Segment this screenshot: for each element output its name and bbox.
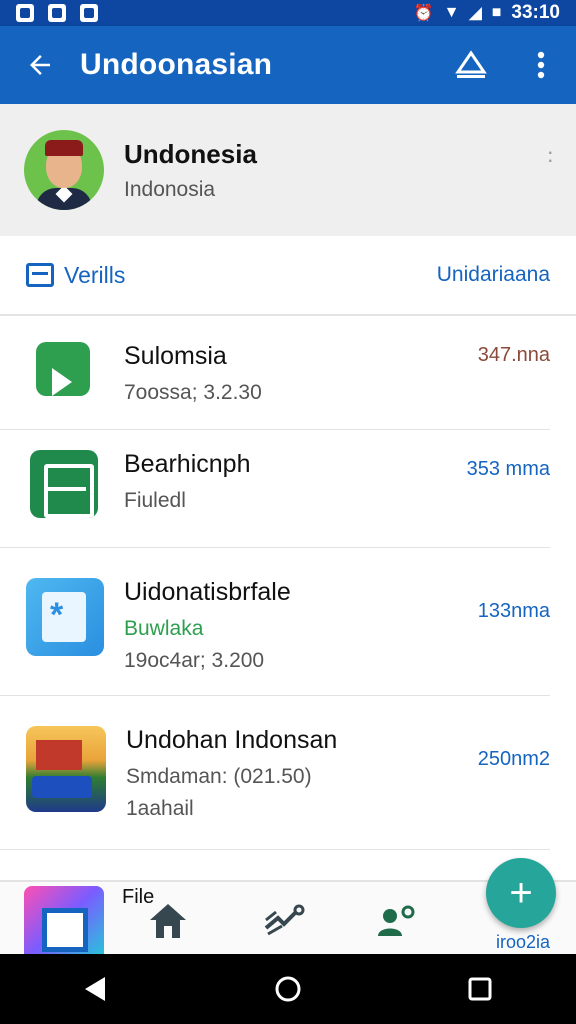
photo-thumbnail bbox=[26, 726, 106, 812]
page-title: Undoonasian bbox=[80, 48, 273, 81]
plus-icon: + bbox=[509, 870, 533, 915]
bag-notification-icon bbox=[80, 4, 98, 22]
item-detail: Fiuledl bbox=[124, 489, 186, 512]
profile-name: Undonesia bbox=[124, 138, 257, 169]
wifi-icon: ▼ bbox=[443, 4, 460, 21]
item-tag: Buwlaka bbox=[124, 617, 204, 640]
video-app-icon bbox=[36, 342, 90, 396]
document-app-icon bbox=[26, 578, 104, 656]
activity-icon[interactable] bbox=[262, 900, 306, 940]
file-list: Sulomsia 7oossa; 3.2.30 347.nna Bearhicn… bbox=[0, 316, 576, 850]
section-header: Verills Unidariaana bbox=[0, 236, 576, 316]
notification-icon bbox=[16, 4, 34, 22]
profile-card[interactable]: Undonesia Indonosia · · bbox=[0, 104, 576, 236]
battery-icon: ■ bbox=[491, 4, 502, 21]
section-action-link[interactable]: Unidariaana bbox=[437, 263, 550, 287]
app-bar: Undoonasian bbox=[0, 26, 576, 104]
alarm-icon: ⏰ bbox=[413, 5, 434, 22]
recents-square-icon[interactable] bbox=[467, 976, 493, 1002]
item-name: Uidonatisbrfale bbox=[124, 578, 291, 606]
item-size: 250nm2 bbox=[477, 748, 550, 770]
signal-icon: ◢ bbox=[469, 5, 482, 22]
add-fab-button[interactable]: + bbox=[486, 858, 556, 928]
profile-more-icon[interactable]: · · bbox=[547, 141, 554, 171]
item-name: Bearhicnph bbox=[124, 450, 251, 478]
item-detail: 7oossa; 3.2.30 bbox=[124, 381, 262, 404]
avatar bbox=[24, 130, 104, 210]
status-bar: ⏰ ▼ ◢ ■ 33:10 bbox=[0, 0, 576, 26]
back-triangle-icon[interactable] bbox=[83, 975, 109, 1003]
arrow-left-icon bbox=[30, 55, 50, 75]
status-time: 33:10 bbox=[511, 2, 560, 23]
list-item[interactable]: Uidonatisbrfale Buwlaka 19oc4ar; 3.200 1… bbox=[0, 548, 550, 696]
home-circle-icon[interactable] bbox=[274, 975, 302, 1003]
status-system-icons: ⏰ ▼ ◢ ■ 33:10 bbox=[414, 2, 560, 24]
item-size: 133nma bbox=[477, 600, 550, 622]
upload-button[interactable] bbox=[436, 26, 506, 104]
more-vert-icon bbox=[537, 51, 545, 79]
profile-subtitle: Indonosia bbox=[124, 177, 216, 201]
overflow-menu-button[interactable] bbox=[506, 26, 576, 104]
item-name: Sulomsia bbox=[124, 342, 227, 370]
item-name: Undohan Indonsan bbox=[126, 726, 338, 754]
item-location: 1aahail bbox=[126, 797, 194, 820]
item-size: 347.nna bbox=[477, 344, 550, 366]
spreadsheet-app-icon bbox=[30, 450, 98, 518]
nav-label: iroo2ia bbox=[495, 932, 550, 952]
status-notification-icons bbox=[16, 4, 98, 22]
upload-icon bbox=[455, 50, 487, 78]
back-button[interactable] bbox=[0, 26, 80, 104]
section-title: Verills bbox=[64, 261, 126, 288]
item-detail: Smdaman: (021.50) bbox=[126, 765, 312, 788]
list-item[interactable]: Sulomsia 7oossa; 3.2.30 347.nna bbox=[0, 316, 550, 430]
folder-icon bbox=[26, 263, 54, 287]
people-icon[interactable] bbox=[374, 900, 418, 940]
home-icon[interactable] bbox=[146, 900, 190, 940]
list-item[interactable]: Bearhicnph Fiuledl 353 mma bbox=[0, 430, 550, 548]
item-detail: 19oc4ar; 3.200 bbox=[124, 649, 265, 672]
system-navigation-bar bbox=[0, 954, 576, 1024]
file-thumbnail[interactable] bbox=[24, 886, 104, 956]
item-size: 353 mma bbox=[466, 458, 550, 480]
list-item[interactable]: Undohan Indonsan Smdaman: (021.50) 1aaha… bbox=[0, 696, 550, 850]
gallery-notification-icon bbox=[48, 4, 66, 22]
